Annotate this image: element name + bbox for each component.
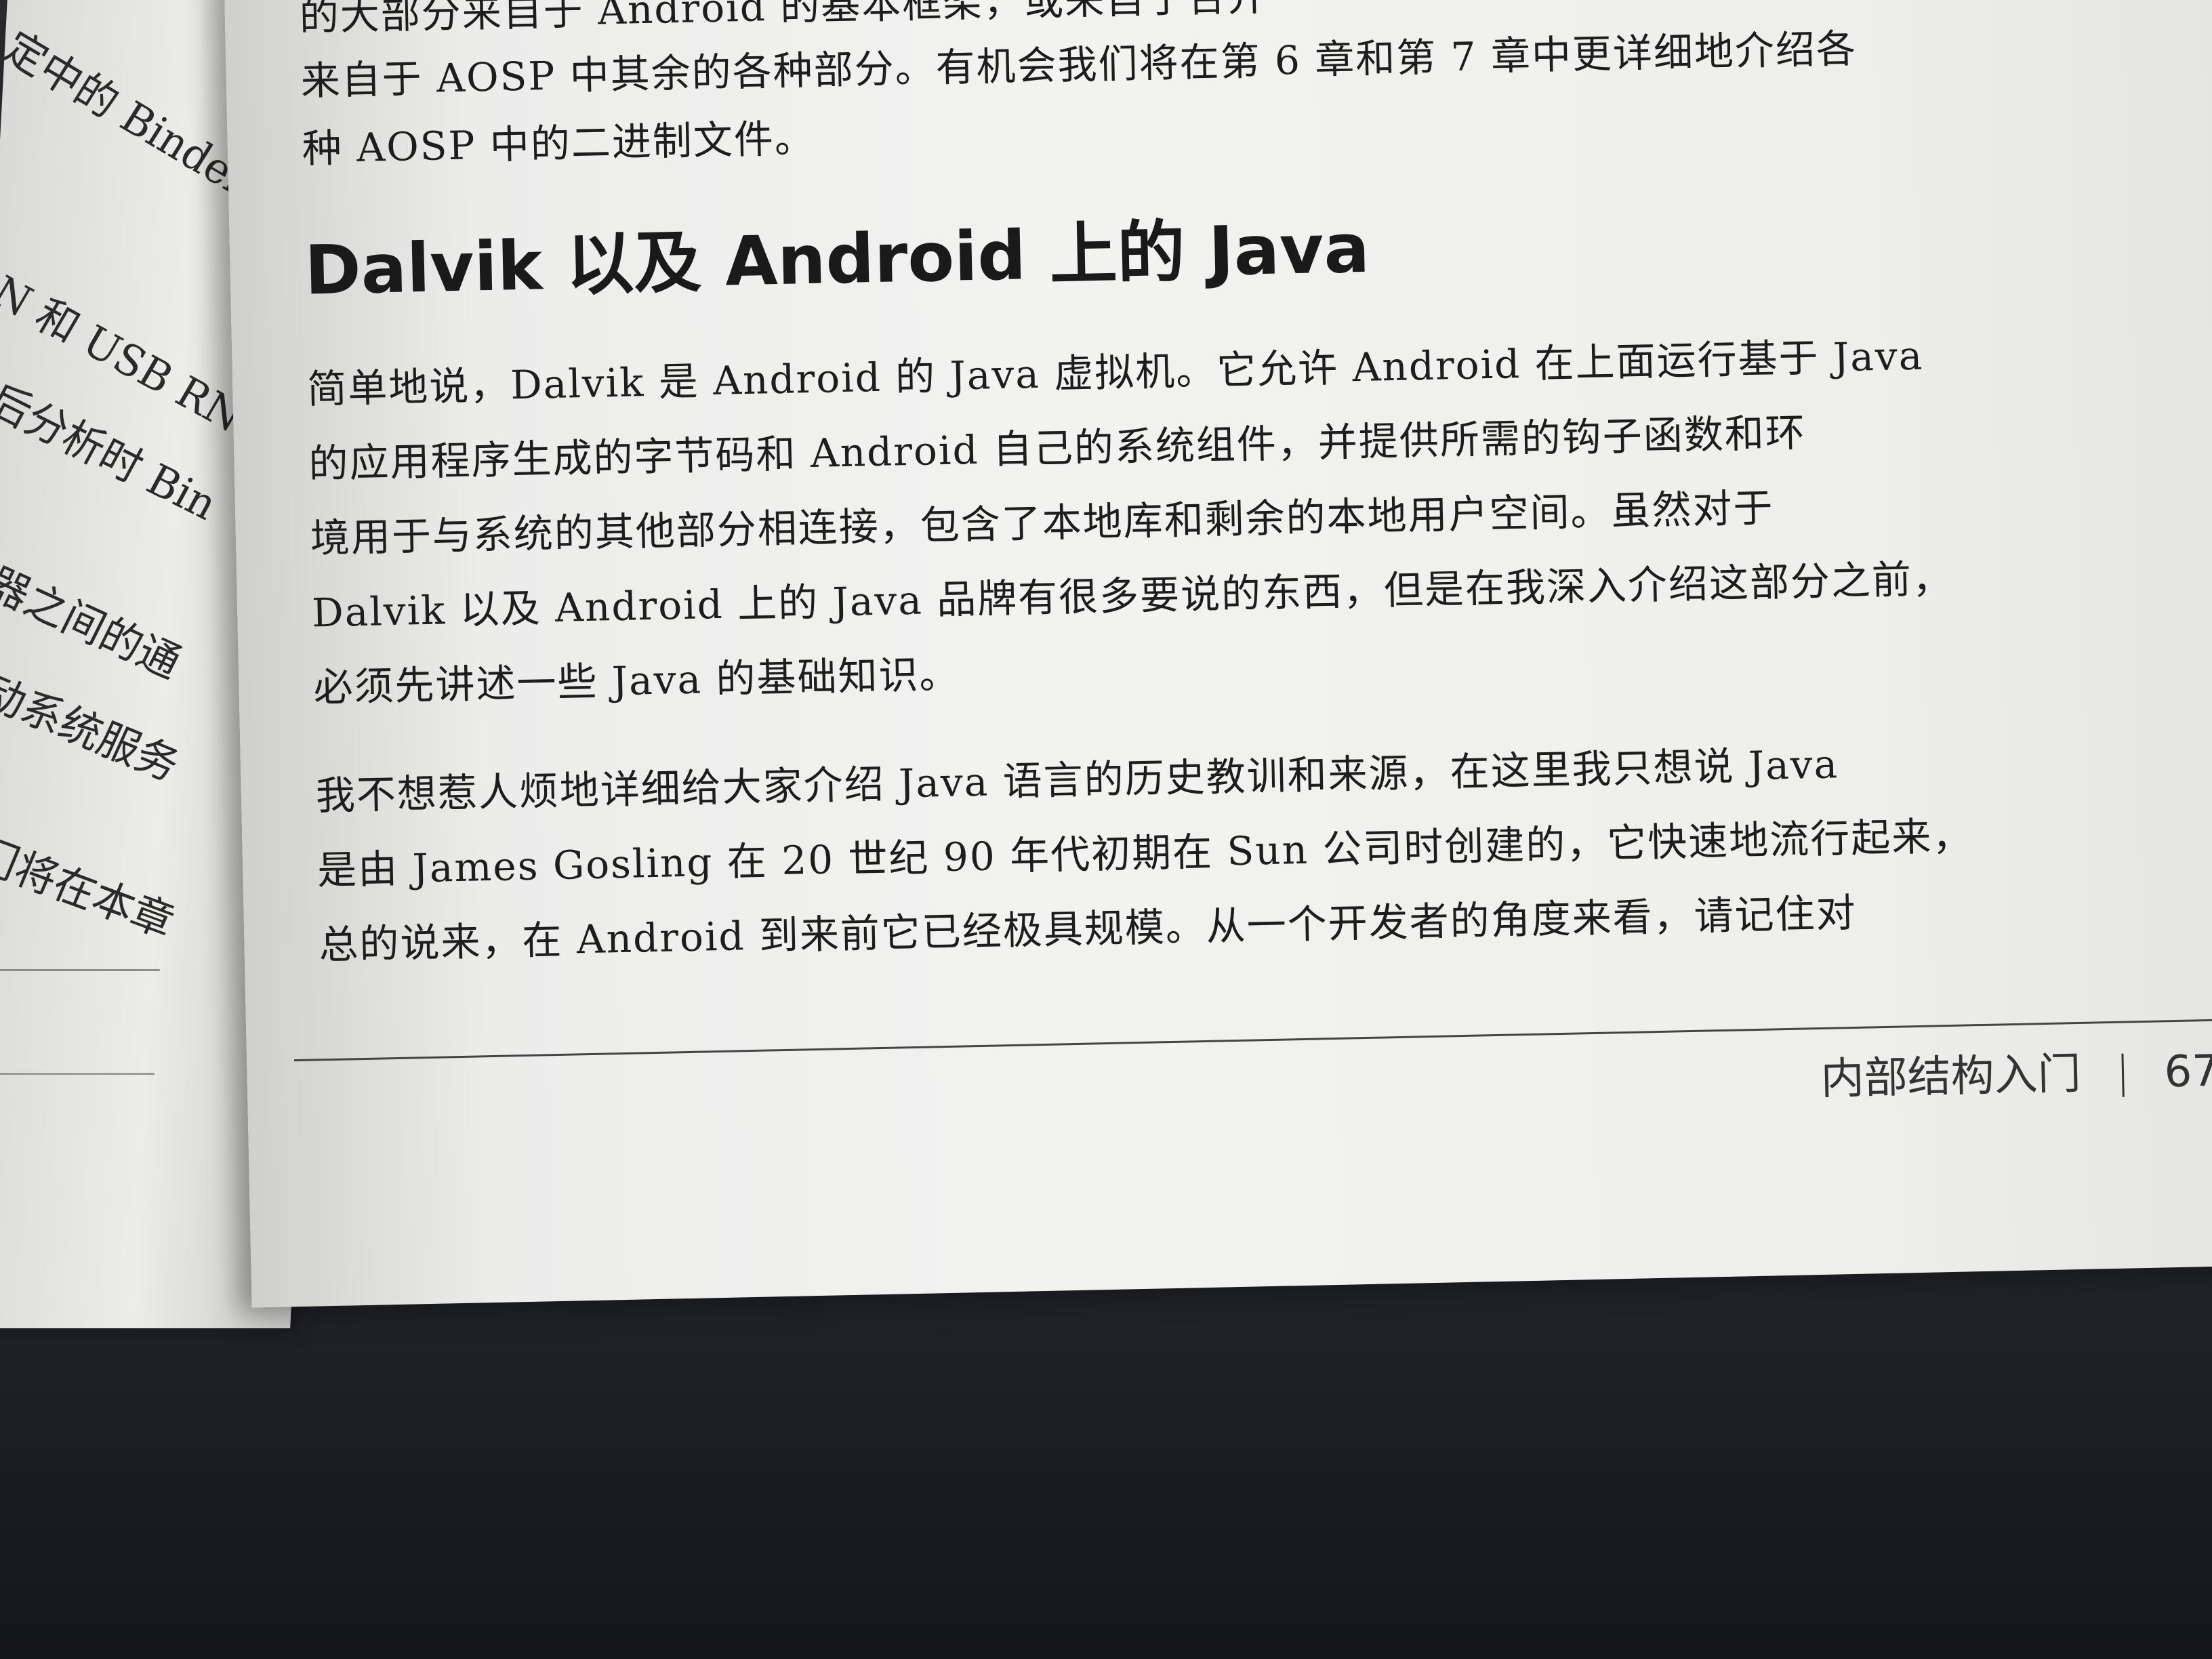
page-number: 67: [2163, 1046, 2212, 1098]
paragraph2-line: 我不想惹人烦地详细给大家介绍 Java 语言的历史教训和来源，在这里我只想说 J…: [315, 741, 1839, 819]
book-page: 的大部分来自于 Android 的基本框架，或来自于合并 来自于 AOSP 中其…: [224, 0, 2212, 1308]
left-page-line: 门将在本章: [0, 829, 182, 947]
left-page-line: 定中的 Binder: [0, 22, 260, 206]
table-surface: [0, 1261, 2212, 1659]
paragraph2-line: 总的说来，在 Android 到来前它已经极具规模。从一个开发者的角度来看，请记…: [318, 889, 1858, 968]
paragraph1-line: 境用于与系统的其他部分相连接，包含了本地库和剩余的本地用户空间。虽然对于: [310, 485, 1775, 562]
paragraph1-line: Dalvik 以及 Android 上的 Java 品牌有很多要说的东西，但是在…: [311, 555, 1954, 636]
paragraph2-line: 是由 James Gosling 在 20 世纪 90 年代初期在 Sun 公司…: [316, 813, 1973, 894]
page-edge-lines: [0, 969, 160, 1075]
photo-scene: 定中的 Binder N 和 USB RN 后分析时 Bin 器之间的通 动系统…: [0, 0, 2212, 1659]
chapter-title: 内部结构入门: [1820, 1048, 2082, 1105]
paragraph1-line: 的应用程序生成的字节码和 Android 自己的系统组件，并提供所需的钩子函数和…: [308, 409, 1807, 487]
intro-line: 种 AOSP 中的二进制文件。: [302, 115, 816, 172]
paragraph1-line: 简单地说，Dalvik 是 Android 的 Java 虚拟机。它允许 And…: [306, 332, 1924, 413]
paragraph1-line: 必须先讲述一些 Java 的基础知识。: [312, 651, 961, 711]
page-footer: 内部结构入门 67: [1820, 1036, 2212, 1107]
footer-separator: [2121, 1054, 2125, 1098]
section-heading: Dalvik 以及 Android 上的 Java: [304, 208, 1370, 310]
